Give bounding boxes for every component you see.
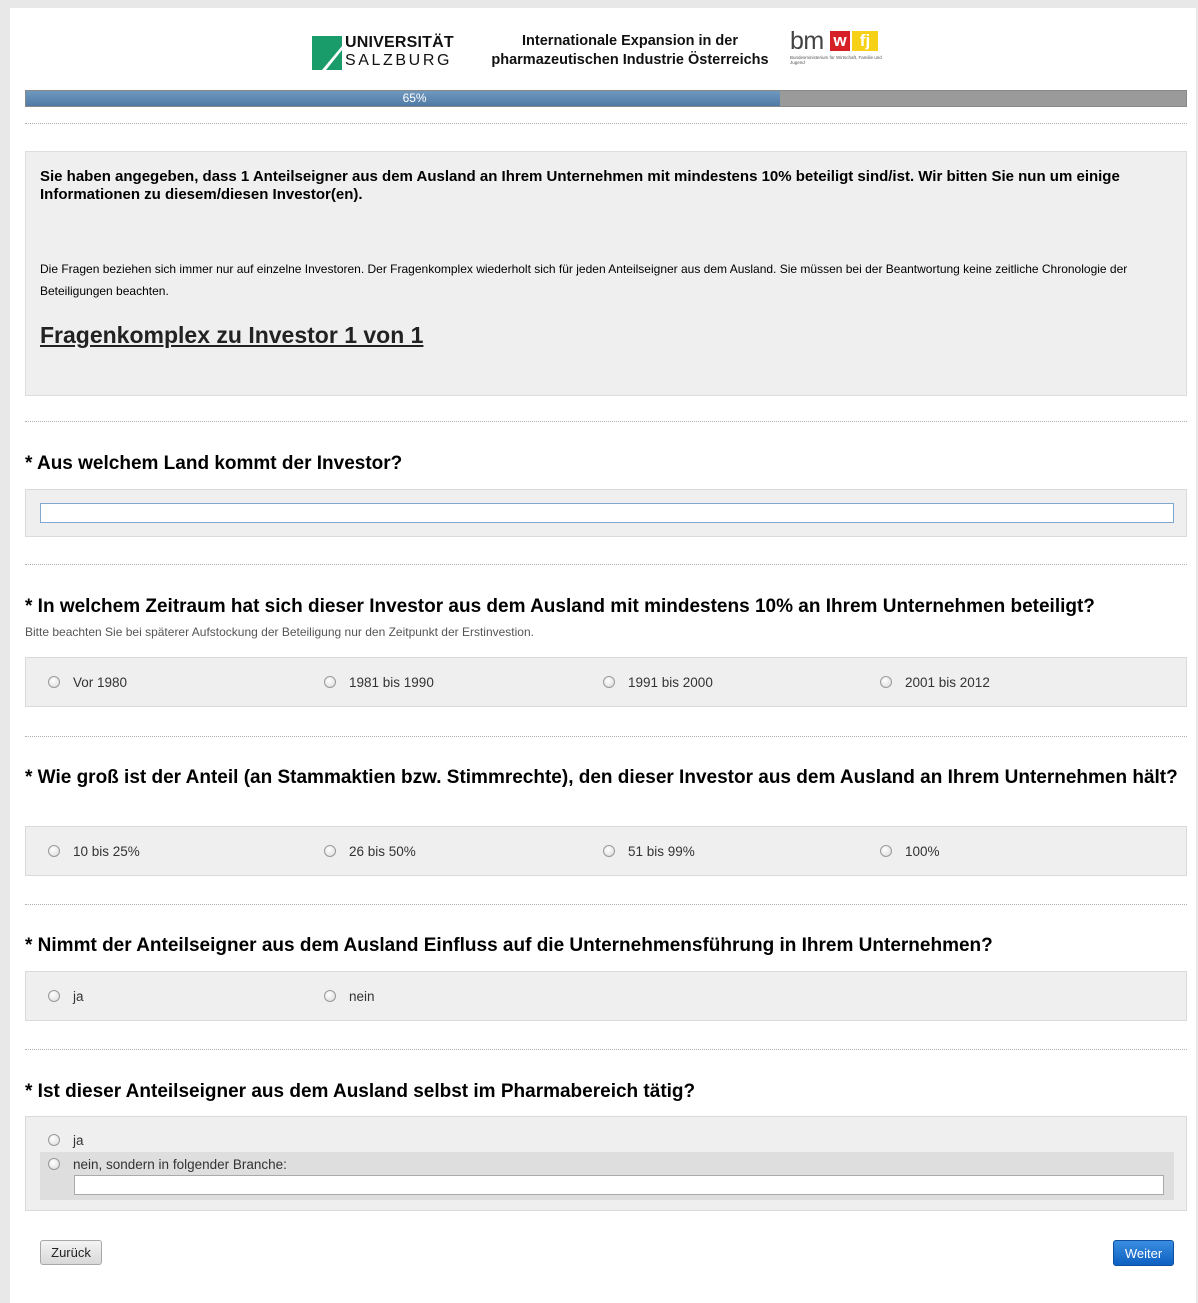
survey-title-line1: Internationale Expansion in der	[522, 33, 738, 49]
radio-button[interactable]	[48, 1134, 60, 1146]
option-label: 100%	[905, 843, 940, 859]
divider	[25, 736, 1187, 737]
option-share-4[interactable]: 100%	[880, 827, 940, 875]
progress-bar: 65%	[25, 90, 1187, 107]
radio-button[interactable]	[603, 676, 615, 688]
intro-box: Sie haben angegeben, dass 1 Anteilseigne…	[25, 151, 1187, 396]
investor-heading: Fragenkomplex zu Investor 1 von 1	[40, 322, 424, 348]
option-share-1[interactable]: 10 bis 25%	[48, 827, 140, 875]
answer-box-period: Vor 1980 1981 bis 1990 1991 bis 2000 200…	[25, 657, 1187, 707]
radio-button[interactable]	[324, 676, 336, 688]
survey-page: UNIVERSITÄT SALZBURG Internationale Expa…	[10, 8, 1196, 1303]
divider	[25, 564, 1187, 565]
option-label: Vor 1980	[73, 674, 128, 690]
answer-box-share: 10 bis 25% 26 bis 50% 51 bis 99% 100%	[25, 826, 1187, 876]
question-share: * Wie groß ist der Anteil (an Stammaktie…	[25, 767, 1178, 788]
ministry-logo-bm: bm	[790, 27, 824, 55]
option-pharma-yes[interactable]: ja	[48, 1129, 84, 1151]
answer-box-influence: ja nein	[25, 971, 1187, 1021]
progress-percent: 65%	[402, 91, 427, 105]
option-share-2[interactable]: 26 bis 50%	[324, 827, 416, 875]
option-label: 1991 bis 2000	[628, 674, 713, 690]
survey-title: Internationale Expansion in der pharmaze…	[465, 32, 795, 70]
question-pharma: * Ist dieser Anteilseigner aus dem Ausla…	[25, 1081, 696, 1102]
intro-text: Die Fragen beziehen sich immer nur auf e…	[40, 262, 1128, 298]
option-influence-no[interactable]: nein	[324, 972, 375, 1020]
radio-button[interactable]	[603, 845, 615, 857]
option-label: 26 bis 50%	[349, 843, 416, 859]
radio-button[interactable]	[324, 990, 336, 1002]
option-label: nein, sondern in folgender Branche:	[73, 1156, 287, 1172]
option-label: 51 bis 99%	[628, 843, 695, 859]
radio-button[interactable]	[48, 676, 60, 688]
radio-button[interactable]	[880, 676, 892, 688]
divider	[25, 421, 1187, 422]
radio-button[interactable]	[880, 845, 892, 857]
divider	[25, 904, 1187, 905]
question-period: * In welchem Zeitraum hat sich dieser In…	[25, 596, 1095, 617]
option-pharma-no[interactable]: nein, sondern in folgender Branche:	[48, 1153, 287, 1175]
ministry-subtitle: Bundesministerium für Wirtschaft, Famili…	[790, 55, 882, 65]
next-button[interactable]: Weiter	[1113, 1240, 1174, 1266]
intro-bold-text: Sie haben angegeben, dass 1 Anteilseigne…	[40, 168, 1120, 203]
divider	[25, 123, 1187, 124]
university-name-line2: SALZBURG	[345, 52, 453, 69]
radio-button[interactable]	[324, 845, 336, 857]
answer-box-pharma: ja nein, sondern in folgender Branche:	[25, 1116, 1187, 1211]
option-label: 10 bis 25%	[73, 843, 140, 859]
option-label: 2001 bis 2012	[905, 674, 990, 690]
university-name-line1: UNIVERSITÄT	[345, 34, 454, 51]
university-logo-icon	[312, 36, 342, 70]
option-label: ja	[73, 988, 84, 1004]
option-label: ja	[73, 1132, 84, 1148]
question-country: * Aus welchem Land kommt der Investor?	[25, 453, 403, 474]
ministry-logo: bm w fj Bundesministerium für Wirtschaft…	[790, 27, 890, 77]
radio-button[interactable]	[48, 990, 60, 1002]
country-input[interactable]	[40, 503, 1174, 523]
ministry-logo-w: w	[830, 31, 850, 51]
university-logo: UNIVERSITÄT SALZBURG	[312, 34, 454, 74]
option-period-4[interactable]: 2001 bis 2012	[880, 658, 990, 706]
radio-button[interactable]	[48, 845, 60, 857]
header: UNIVERSITÄT SALZBURG Internationale Expa…	[10, 8, 1196, 88]
option-label: nein	[349, 988, 375, 1004]
question-influence: * Nimmt der Anteilseigner aus dem Auslan…	[25, 935, 993, 956]
branche-input[interactable]	[74, 1175, 1164, 1195]
radio-button[interactable]	[48, 1158, 60, 1170]
option-period-2[interactable]: 1981 bis 1990	[324, 658, 434, 706]
option-influence-yes[interactable]: ja	[48, 972, 84, 1020]
divider	[25, 1049, 1187, 1050]
ministry-logo-fj: fj	[852, 31, 878, 51]
option-label: 1981 bis 1990	[349, 674, 434, 690]
question-period-hint: Bitte beachten Sie bei späterer Aufstock…	[25, 625, 534, 639]
survey-title-line2: pharmazeutischen Industrie Österreichs	[491, 52, 769, 68]
option-period-1[interactable]: Vor 1980	[48, 658, 127, 706]
option-share-3[interactable]: 51 bis 99%	[603, 827, 695, 875]
option-period-3[interactable]: 1991 bis 2000	[603, 658, 713, 706]
answer-box-country	[25, 489, 1187, 537]
back-button[interactable]: Zurück	[40, 1240, 102, 1265]
